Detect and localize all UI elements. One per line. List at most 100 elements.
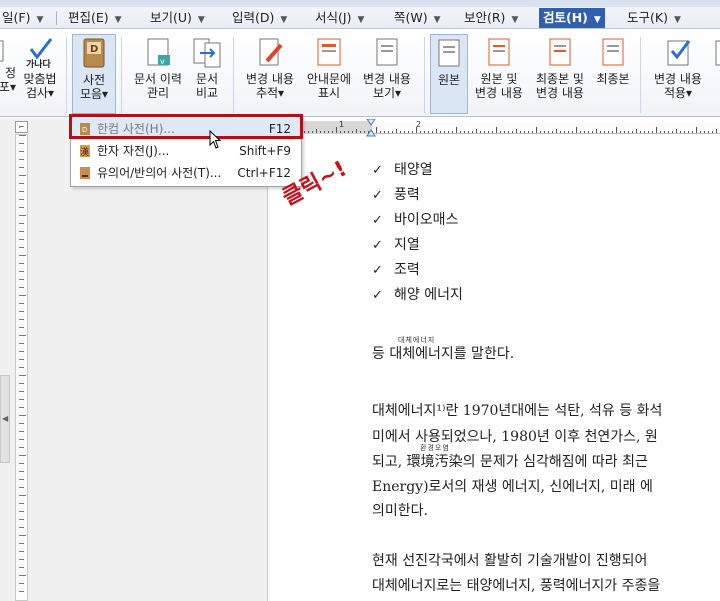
partial-icon xyxy=(715,40,720,66)
ruler-tick xyxy=(524,131,525,133)
ruler-tick xyxy=(712,131,713,133)
menu-review[interactable]: 검토(H) ▼ xyxy=(539,8,605,28)
menu-view[interactable]: 보기(U) ▼ xyxy=(146,8,209,28)
original-view-button[interactable]: 원본 xyxy=(430,34,468,114)
highlight-box xyxy=(69,114,303,139)
view-changes-button[interactable]: 변경 내용 보기▾ xyxy=(356,34,418,100)
ruler-number: 1 xyxy=(339,120,345,129)
ribbon-separator xyxy=(121,37,122,113)
final-view-button[interactable]: 최종본 xyxy=(592,34,634,86)
ruler-tick xyxy=(19,247,24,248)
ruler-tick xyxy=(19,367,24,368)
ruler-tick xyxy=(608,131,609,133)
ruler-tick xyxy=(604,131,605,133)
ruler-tick xyxy=(19,239,24,240)
menu-item-hanja-dictionary[interactable]: 漢 한자 자전(J)... Shift+F9 xyxy=(71,140,301,162)
ruler-tick xyxy=(600,131,601,133)
menu-tools[interactable]: 도구(K) ▼ xyxy=(623,8,685,28)
paragraph-line: 대체에너지¹⁾란 1970년대에는 석탄, 석유 등 화석 xyxy=(372,403,663,419)
ruler-tick xyxy=(408,131,409,133)
ruler-tick xyxy=(19,439,24,440)
checkmark-icon: ✓ xyxy=(372,238,383,253)
menu-insert[interactable]: 입력(D) ▼ xyxy=(228,8,291,28)
ruler-tick xyxy=(624,131,625,133)
final-and-changes-button[interactable]: 최종본 및 변경 내용 xyxy=(530,34,590,100)
list-item: ✓ 지열 xyxy=(372,233,463,258)
ruler-tick xyxy=(640,131,641,133)
spellcheck-button[interactable]: 가나다 맞춤법 검사▾ xyxy=(17,34,63,100)
track-changes-button[interactable]: 변경 내용 추적▾ xyxy=(238,34,302,100)
dictionary-button[interactable]: D 사전 모음▾ xyxy=(72,34,116,114)
doc-compare-button[interactable]: 문서 비교 xyxy=(188,34,226,100)
ruler-tick xyxy=(476,129,477,133)
menu-item-thesaurus[interactable]: 유의어/반의어 사전(T)... Ctrl+F12 xyxy=(71,162,301,184)
ruler-tick xyxy=(19,151,24,152)
ruler-tick xyxy=(19,231,24,232)
menu-file[interactable]: 일(F) ▼ xyxy=(0,8,47,28)
checkmark-icon: ✓ xyxy=(372,213,383,228)
document-icon xyxy=(438,39,460,67)
ruler-tick xyxy=(552,131,553,133)
tab-type-selector[interactable]: ⌐ xyxy=(15,121,28,133)
chevron-down-icon: ▼ xyxy=(36,15,44,25)
ruler-tick xyxy=(556,129,557,133)
show-guide-button[interactable]: 안내문에 표시 xyxy=(302,34,356,100)
ruler-tick xyxy=(19,391,24,392)
ruler-tick xyxy=(700,131,701,133)
doc-history-button[interactable]: v 문서 이력 관리 xyxy=(128,34,188,100)
ruler-tick xyxy=(400,131,401,133)
ruler-tick xyxy=(628,131,629,133)
partial-right-button[interactable] xyxy=(712,34,720,72)
ruler-tick xyxy=(544,131,545,133)
ruler-tick xyxy=(19,343,24,344)
ruler-tick xyxy=(668,131,669,133)
partial-left-button[interactable]: 정 포▾ xyxy=(0,34,16,94)
checkmark-icon: ✓ xyxy=(372,188,383,203)
ruler-tick xyxy=(620,131,621,133)
ruler-tick xyxy=(452,131,453,133)
ruler-tick xyxy=(19,495,26,496)
ribbon-separator xyxy=(640,37,641,113)
ruler-tick xyxy=(19,423,24,424)
menu-security[interactable]: 보안(R) ▼ xyxy=(460,8,522,28)
ruler-tick xyxy=(19,191,24,192)
bullet-list: ✓ 태양열 ✓ 풍력 ✓ 바이오매스 ✓ 지열 ✓ 조력 ✓ 해양 에너지 xyxy=(372,158,463,308)
ruler-tick xyxy=(588,131,589,133)
document-history-icon: v xyxy=(147,38,170,66)
menu-format[interactable]: 서식(J) ▼ xyxy=(311,8,368,28)
chevron-down-icon: ▼ xyxy=(197,15,205,25)
ruler-tick xyxy=(572,131,573,133)
menu-edit[interactable]: 편집(E) ▼ xyxy=(64,8,126,28)
ruler-tick xyxy=(392,131,393,133)
ruler-tick xyxy=(516,129,517,133)
ruler-tick xyxy=(616,127,617,133)
ruler-tick xyxy=(19,287,24,288)
ruler-tick xyxy=(19,535,26,536)
ruler-tick xyxy=(496,127,497,133)
chevron-down-icon: ▼ xyxy=(593,15,601,25)
side-panel-toggle[interactable]: ◀ xyxy=(0,375,10,463)
ruler-tick xyxy=(708,131,709,133)
ruler-tick xyxy=(384,131,385,133)
paragraph-line: 등 대체에너지를 말한다. xyxy=(372,346,515,362)
ruler-tick xyxy=(532,131,533,133)
mouse-cursor-icon xyxy=(209,130,222,149)
ruler-tick xyxy=(480,131,481,133)
apply-changes-button[interactable]: 변경 내용 적용▾ xyxy=(646,34,710,100)
ruler-tick xyxy=(19,175,26,176)
ruler-tick xyxy=(19,415,26,416)
vertical-ruler xyxy=(15,134,28,601)
list-item: ✓ 바이오매스 xyxy=(372,208,463,233)
checkmark-icon: ✓ xyxy=(372,263,383,278)
ruler-tick xyxy=(432,131,433,133)
ruler-tick xyxy=(504,131,505,133)
ruler-tick xyxy=(680,131,681,133)
ruler-tick xyxy=(656,127,657,133)
ruler-tick xyxy=(19,471,24,472)
original-and-changes-button[interactable]: 원본 및 변경 내용 xyxy=(470,34,528,100)
ruler-tick xyxy=(648,131,649,133)
ruler-tick xyxy=(652,131,653,133)
ruler-tick xyxy=(460,131,461,133)
menu-page[interactable]: 쪽(W) ▼ xyxy=(390,8,445,28)
svg-text:D: D xyxy=(90,44,98,55)
